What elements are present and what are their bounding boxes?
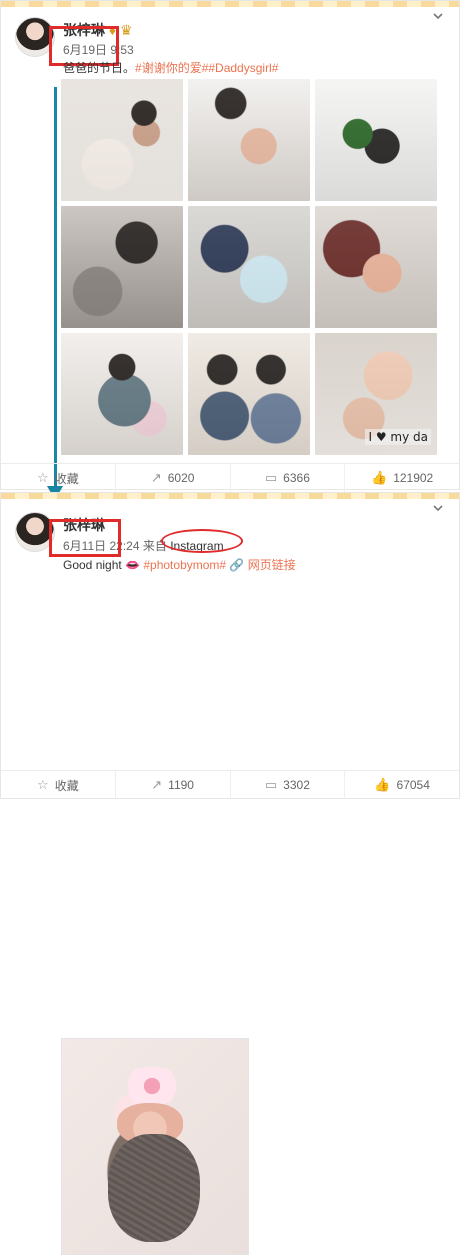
photo-caption: I ♥ my da (365, 429, 431, 445)
comment-count: 3302 (283, 778, 310, 792)
highlight-ellipse (161, 529, 243, 553)
like-button[interactable]: 👍 67054 (344, 771, 459, 799)
lips-icon: 👄 (125, 558, 141, 572)
highlight-box (49, 519, 121, 557)
favorite-button[interactable]: ☆ 收藏 (1, 464, 115, 492)
chevron-down-icon[interactable] (433, 503, 443, 513)
comment-button[interactable]: ▭ 6366 (229, 464, 345, 492)
decorative-stripe (1, 493, 459, 499)
swaddle (108, 1134, 200, 1242)
photo-8[interactable] (188, 333, 310, 455)
favorite-label: 收藏 (54, 471, 79, 486)
link-icon: 🔗 (229, 558, 245, 572)
like-count: 67054 (396, 778, 430, 792)
annotation-arrow-line (54, 87, 57, 492)
favorite-button[interactable]: ☆ 收藏 (1, 771, 115, 799)
repost-icon: ↗ (150, 470, 162, 485)
repost-icon: ↗ (151, 777, 163, 792)
photo-2[interactable] (188, 79, 310, 201)
repost-button[interactable]: ↗ 1190 (114, 771, 230, 799)
star-icon: ☆ (37, 470, 49, 485)
photo-1[interactable] (61, 79, 183, 201)
comment-icon: ▭ (264, 470, 278, 485)
comment-icon: ▭ (264, 777, 278, 792)
photo-single[interactable] (61, 1038, 249, 1255)
photo-9[interactable]: I ♥ my da (315, 333, 437, 455)
hashtag[interactable]: #谢谢你的爱##Daddysgirl# (135, 61, 278, 75)
actions-bar: ☆ 收藏 ↗ 1190 ▭ 3302 👍 67054 (1, 770, 459, 799)
post-card-2: 张梓琳 6月11日 22:24 来自 Instagram Good night … (0, 492, 460, 1255)
repost-count: 6020 (167, 471, 195, 485)
like-button[interactable]: 👍 121902 (344, 464, 459, 492)
web-link[interactable]: 网页链接 (248, 558, 296, 572)
flower-headband (117, 1067, 187, 1105)
favorite-label: 收藏 (54, 778, 79, 793)
photo-3[interactable] (315, 79, 437, 201)
post-card-1: 张梓琳 ♦ ♛ 6月19日 9:53 爸爸的节日。#谢谢你的爱##Daddysg… (0, 0, 460, 500)
decorative-stripe (1, 1, 459, 7)
comment-count: 6366 (283, 471, 310, 485)
comment-button[interactable]: ▭ 3302 (229, 771, 345, 799)
repost-button[interactable]: ↗ 6020 (114, 464, 230, 492)
photo-7[interactable] (61, 333, 183, 455)
post-text: Good night 👄 #photobymom# 🔗 网页链接 (63, 558, 296, 572)
hashtag[interactable]: #photobymom# (143, 558, 226, 572)
photo-4[interactable] (61, 206, 183, 328)
vip-badge-icon: ♛ (119, 22, 133, 38)
chevron-down-icon[interactable] (433, 11, 443, 21)
photo-5[interactable] (188, 206, 310, 328)
like-count: 121902 (393, 471, 434, 485)
star-icon: ☆ (37, 777, 49, 792)
actions-bar: ☆ 收藏 ↗ 6020 ▭ 6366 👍 121902 (1, 463, 459, 492)
repost-count: 1190 (168, 778, 194, 792)
post-text: 爸爸的节日。#谢谢你的爱##Daddysgirl# (63, 61, 279, 75)
thumbs-up-icon: 👍 (374, 777, 391, 792)
photo-grid: I ♥ my da (61, 79, 437, 455)
photo-6[interactable] (315, 206, 437, 328)
thumbs-up-icon: 👍 (371, 470, 388, 485)
